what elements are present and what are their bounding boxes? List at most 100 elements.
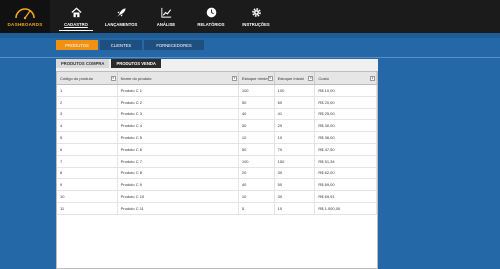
table-row[interactable]: 3 Produto C 3 40 41 R$ 25,00 — [57, 108, 377, 121]
table-cell[interactable]: 6 — [57, 143, 118, 155]
table-cell[interactable]: 10 — [57, 191, 118, 202]
table-row[interactable]: 2 Produto C 2 50 60 R$ 20,00 — [57, 96, 377, 109]
tab-produtos[interactable]: PRODUTOS — [56, 40, 98, 50]
top-navigation-bar: DASHBOARDS CADASTRO LANÇAMENTOS ANÁLISE … — [0, 0, 500, 33]
table-cell[interactable]: 70 — [275, 143, 316, 155]
table-cell[interactable]: 30 — [275, 167, 316, 179]
table-row[interactable]: 11 Produto C 11 5 10 R$ 1.000,00 — [57, 202, 377, 215]
table-row[interactable]: 10 Produto C 10 10 30 R$ 69,91 — [57, 191, 377, 203]
table-cell[interactable]: 100 — [239, 155, 275, 167]
table-row[interactable]: 1 Produto C 1 100 100 R$ 10,00 — [57, 85, 377, 97]
table-cell[interactable]: 40 — [239, 108, 275, 120]
brand[interactable]: DASHBOARDS — [0, 0, 50, 33]
table-cell[interactable]: 11 — [57, 202, 118, 214]
table-cell[interactable]: 20 — [239, 167, 275, 179]
table-cell[interactable]: 7 — [57, 155, 118, 167]
table-cell[interactable]: Produto C 9 — [118, 179, 239, 191]
table-cell[interactable]: 30 — [239, 120, 275, 132]
table-cell[interactable]: Produto C 5 — [118, 132, 239, 143]
sub-tabs: PRODUTOS COMPRA PRODUTOS VENDA — [56, 59, 161, 68]
table-cell[interactable]: 100 — [239, 85, 275, 96]
table-cell[interactable]: 150 — [275, 155, 316, 167]
table-cell[interactable]: R$ 10,00 — [315, 85, 377, 96]
table-cell[interactable]: R$ 47,50 — [315, 143, 377, 155]
table-cell[interactable]: 9 — [57, 179, 118, 191]
nav-label: CADASTRO — [64, 22, 88, 27]
column-header[interactable]: Código do produto ▾ — [57, 72, 118, 84]
table-cell[interactable]: R$ 20,00 — [315, 96, 377, 108]
column-header[interactable]: Custo ▾ — [315, 72, 377, 84]
gauge-icon — [15, 8, 35, 20]
table-cell[interactable]: Produto C 10 — [118, 191, 239, 202]
table-cell[interactable]: 50 — [239, 96, 275, 108]
table-cell[interactable]: 2 — [57, 96, 118, 108]
table-cell[interactable]: 3 — [57, 108, 118, 120]
nav-label: RELATÓRIOS — [197, 22, 225, 27]
table-cell[interactable]: 10 — [275, 202, 316, 214]
table-cell[interactable]: 10 — [239, 132, 275, 143]
table-cell[interactable]: Produto C 4 — [118, 120, 239, 132]
table-cell[interactable]: 30 — [275, 191, 316, 202]
table-cell[interactable]: 50 — [239, 143, 275, 155]
tab-clientes[interactable]: CLIENTES — [100, 40, 142, 50]
table-cell[interactable]: R$ 1.000,00 — [315, 202, 377, 214]
table-cell[interactable]: R$ 51,34 — [315, 155, 377, 167]
table-cell[interactable]: 5 — [57, 132, 118, 143]
table-row[interactable]: 6 Produto C 6 50 70 R$ 47,50 — [57, 143, 377, 156]
table-cell[interactable]: 4 — [57, 120, 118, 132]
tab-produtos-compra[interactable]: PRODUTOS COMPRA — [56, 59, 110, 68]
category-tabs: PRODUTOS CLIENTES FORNECEDORES — [56, 40, 204, 50]
products-panel: PRODUTOS COMPRA PRODUTOS VENDA Código do… — [56, 59, 378, 269]
table-cell[interactable]: 10 — [239, 191, 275, 202]
nav-item-lancamentos[interactable]: LANÇAMENTOS — [100, 0, 142, 33]
table-cell[interactable]: R$ 36,00 — [315, 132, 377, 143]
filter-dropdown-icon[interactable]: ▾ — [267, 76, 273, 81]
nav-label: INSTRUÇÕES — [242, 22, 270, 27]
nav-item-instrucoes[interactable]: INSTRUÇÕES — [235, 0, 277, 33]
table-row[interactable]: 4 Produto C 4 30 29 R$ 30,00 — [57, 120, 377, 133]
tab-fornecedores[interactable]: FORNECEDORES — [144, 40, 204, 50]
filter-dropdown-icon[interactable]: ▾ — [231, 76, 237, 81]
table-row[interactable]: 5 Produto C 5 10 10 R$ 36,00 — [57, 132, 377, 144]
table-cell[interactable]: R$ 62,00 — [315, 167, 377, 179]
filter-dropdown-icon[interactable]: ▾ — [308, 76, 314, 81]
table-cell[interactable]: Produto C 11 — [118, 202, 239, 214]
table-cell[interactable]: 40 — [239, 179, 275, 191]
table-row[interactable]: 7 Produto C 7 100 150 R$ 51,34 — [57, 155, 377, 168]
table-cell[interactable]: Produto C 2 — [118, 96, 239, 108]
table-cell[interactable]: R$ 69,91 — [315, 191, 377, 202]
table-cell[interactable]: Produto C 6 — [118, 143, 239, 155]
table-cell[interactable]: 8 — [57, 167, 118, 179]
table-cell[interactable]: R$ 30,00 — [315, 120, 377, 132]
column-header[interactable]: Nome do produto ▾ — [118, 72, 239, 84]
table-cell[interactable]: Produto C 3 — [118, 108, 239, 120]
table-row[interactable]: 8 Produto C 8 20 30 R$ 62,00 — [57, 167, 377, 180]
rocket-icon — [116, 8, 126, 17]
filter-dropdown-icon[interactable]: ▾ — [110, 76, 116, 81]
table-cell[interactable]: 41 — [275, 108, 316, 120]
table-cell[interactable]: R$ 69,00 — [315, 179, 377, 191]
table-cell[interactable]: R$ 25,00 — [315, 108, 377, 120]
table-cell[interactable]: 10 — [275, 132, 316, 143]
nav-label: ANÁLISE — [156, 22, 176, 27]
column-header[interactable]: Estoque Inicial ▾ — [275, 72, 316, 84]
nav-item-cadastro[interactable]: CADASTRO — [55, 0, 97, 33]
table-row[interactable]: 9 Produto C 9 40 50 R$ 69,00 — [57, 179, 377, 192]
table-cell[interactable]: 5 — [239, 202, 275, 214]
table-cell[interactable]: 100 — [275, 85, 316, 96]
table-cell[interactable]: 50 — [275, 179, 316, 191]
column-header[interactable]: Estoque mínimo ▾ — [239, 72, 275, 84]
filter-dropdown-icon[interactable]: ▾ — [369, 76, 375, 81]
table-cell[interactable]: Produto C 7 — [118, 155, 239, 167]
chart-icon — [160, 7, 171, 18]
nav-item-relatorios[interactable]: RELATÓRIOS — [190, 0, 232, 33]
table-cell[interactable]: Produto C 8 — [118, 167, 239, 179]
divider — [0, 57, 500, 58]
table-cell[interactable]: 1 — [57, 85, 118, 96]
table-cell[interactable]: 29 — [275, 120, 316, 132]
tab-produtos-venda[interactable]: PRODUTOS VENDA — [111, 59, 161, 68]
table-cell[interactable]: 60 — [275, 96, 316, 108]
main-nav: CADASTRO LANÇAMENTOS ANÁLISE RELATÓRIOS … — [55, 0, 277, 33]
table-cell[interactable]: Produto C 1 — [118, 85, 239, 96]
nav-item-analise[interactable]: ANÁLISE — [145, 0, 187, 33]
